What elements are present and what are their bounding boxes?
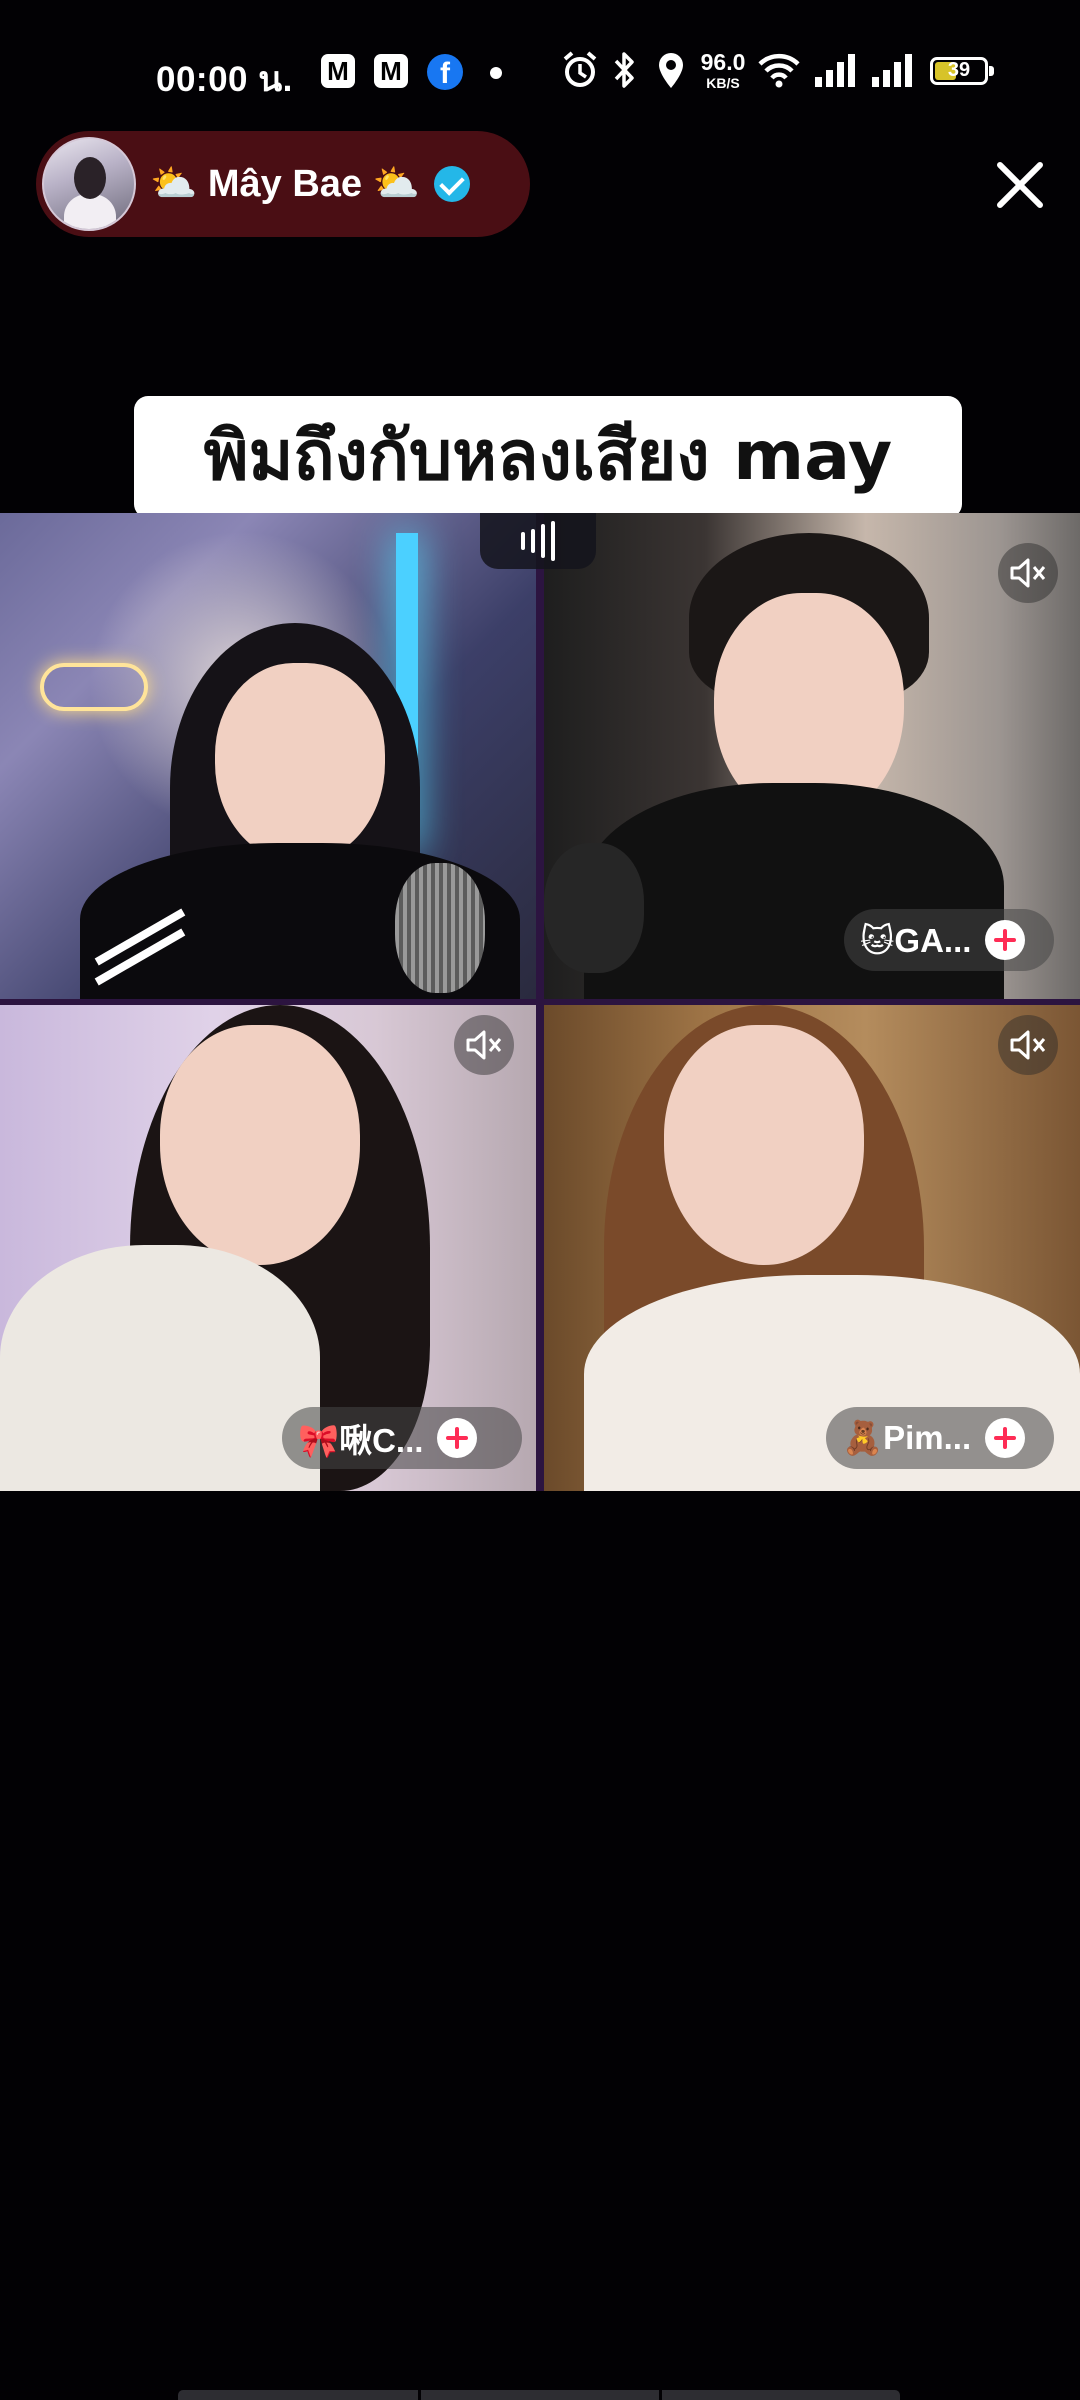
battery-icon: 39 [930,57,994,85]
status-bar: 00:00 น. M M f 96.0 KB/S 39 [0,40,1080,104]
gesture-divider [659,2390,662,2400]
face-shape [664,1025,864,1265]
speaker-muted-icon [1010,1030,1046,1060]
guest-name-tag[interactable]: 🐱GA... [844,909,1054,971]
video-tile-host[interactable] [0,513,536,999]
network-speed-value: 96.0 [700,49,746,75]
host-avatar[interactable] [42,137,136,231]
sound-bar [541,524,545,558]
wifi-icon [758,53,800,88]
guest-name-label: 🧸Pim... [842,1418,972,1456]
guest-name-label: 🐱GA... [860,921,972,959]
notification-dot-icon [490,67,502,79]
host-video-person [0,513,536,999]
location-icon [659,53,683,88]
status-time: 00:00 น. [156,60,293,99]
battery-tip [989,66,994,76]
microphone [544,843,644,973]
mute-toggle[interactable] [998,1015,1058,1075]
alarm-icon [563,51,597,87]
speaker-muted-icon [1010,558,1046,588]
video-tile-guest-2[interactable]: 🎀啾C... [0,1005,536,1491]
follow-plus-button[interactable] [437,1418,478,1458]
sound-bar [551,521,555,561]
follow-plus-button[interactable] [985,920,1026,960]
guest-name-label: 🎀啾C... [298,1422,424,1459]
multi-guest-video-grid: 🐱GA... 🎀啾C... 🧸Pim... [0,513,1080,1491]
signal-icon [815,54,855,87]
gmail-icon: M [321,54,355,88]
video-tile-guest-1[interactable]: 🐱GA... [544,513,1080,999]
close-icon[interactable] [990,155,1050,215]
face-shape [215,663,385,863]
torso-shape [0,1245,320,1491]
mute-toggle[interactable] [454,1015,514,1075]
microphone [395,863,485,993]
follow-plus-button[interactable] [985,1418,1026,1458]
sound-bar [521,532,525,550]
sound-bar [531,529,535,553]
verified-badge-icon [433,166,470,202]
guest-name-tag[interactable]: 🎀啾C... [282,1407,522,1469]
live-caption-banner: พิมถึงกับหลงเสียง may [134,396,962,518]
bluetooth-icon [614,52,634,88]
gesture-divider [418,2390,421,2400]
network-speed-unit: KB/S [706,75,740,91]
navigation-gesture-bar[interactable] [178,2390,900,2400]
face-shape [160,1025,360,1265]
mute-toggle[interactable] [998,543,1058,603]
video-tile-guest-3[interactable]: 🧸Pim... [544,1005,1080,1491]
host-name[interactable]: ⛅ Mây Bae ⛅ [150,162,420,206]
gmail-icon: M [374,54,408,88]
guest-name-tag[interactable]: 🧸Pim... [826,1407,1054,1469]
speaking-indicator[interactable] [480,513,596,569]
host-info-pill[interactable]: ⛅ Mây Bae ⛅ [36,131,530,237]
facebook-icon: f [427,54,463,90]
speaker-muted-icon [466,1030,502,1060]
avatar-body [64,194,116,229]
signal-icon [872,54,912,87]
avatar-head [74,157,106,199]
network-speed: 96.0 KB/S [698,49,748,91]
battery-percent: 39 [947,59,971,81]
